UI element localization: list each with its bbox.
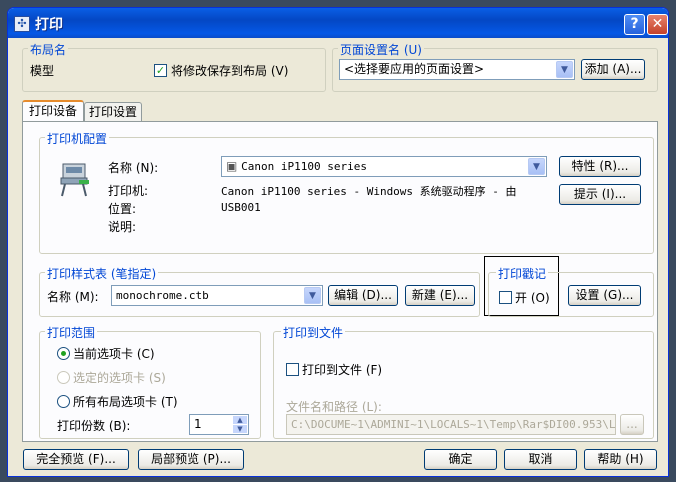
radio-all-layout-tabs[interactable] bbox=[57, 395, 70, 408]
save-to-layout-label: 将修改保存到布局 (V) bbox=[171, 64, 289, 78]
radio-selected-tabs[interactable] bbox=[57, 371, 70, 384]
print-dialog: ✣ 打印 ? ✕ 布局名 模型 ✓ 将修改保存到布局 (V) 页面设置名 (U)… bbox=[7, 7, 669, 477]
plot-style-name-label: 名称 (M): bbox=[47, 290, 99, 304]
add-page-setup-button[interactable]: 添加 (A)... bbox=[581, 59, 645, 80]
printer-name-label: 名称 (N): bbox=[108, 161, 159, 175]
help-button[interactable]: 帮助 (H) bbox=[584, 449, 657, 470]
radio-all-layout-tabs-label: 所有布局选项卡 (T) bbox=[73, 395, 178, 409]
close-button[interactable]: ✕ bbox=[647, 14, 668, 35]
radio-current-tab[interactable] bbox=[57, 347, 70, 360]
printer-location-label: 位置: bbox=[108, 202, 137, 216]
radio-selected-tabs-label: 选定的选项卡 (S) bbox=[73, 371, 166, 385]
printer-small-icon: ▣ bbox=[226, 159, 238, 173]
radio-current-tab-label: 当前选项卡 (C) bbox=[73, 347, 155, 361]
copies-value: 1 bbox=[194, 417, 202, 431]
help-title-button[interactable]: ? bbox=[624, 14, 645, 35]
edit-plot-style-button[interactable]: 编辑 (D)... bbox=[328, 285, 398, 306]
plot-to-file-label: 打印到文件 (F) bbox=[302, 363, 383, 377]
printer-description-label: 说明: bbox=[108, 220, 137, 234]
full-preview-button[interactable]: 完全预览 (F)... bbox=[23, 449, 129, 470]
plot-to-file-group-title: 打印到文件 bbox=[281, 324, 346, 341]
cancel-button[interactable]: 取消 bbox=[504, 449, 577, 470]
new-plot-style-button[interactable]: 新建 (E)... bbox=[405, 285, 475, 306]
page-setup-selected: <选择要应用的页面设置> bbox=[344, 62, 485, 76]
ok-button[interactable]: 确定 bbox=[424, 449, 497, 470]
printer-driver-value: Canon iP1100 series - Windows 系统驱动程序 - 由 bbox=[221, 185, 517, 198]
printer-name-select[interactable]: ▣ Canon iP1100 series ▼ bbox=[221, 156, 547, 177]
partial-preview-button[interactable]: 局部预览 (P)... bbox=[138, 449, 244, 470]
copies-label: 打印份数 (B): bbox=[57, 419, 131, 433]
chevron-down-icon[interactable]: ▼ bbox=[528, 158, 545, 175]
plot-stamp-group-title: 打印戳记 bbox=[496, 265, 549, 282]
file-path-label: 文件名和路径 (L): bbox=[286, 400, 382, 414]
window-title: 打印 bbox=[35, 17, 63, 33]
printer-driver-label: 打印机: bbox=[108, 184, 149, 198]
plot-style-select[interactable]: monochrome.ctb ▼ bbox=[111, 285, 323, 306]
plot-style-group-title: 打印样式表 (笔指定) bbox=[45, 265, 159, 282]
chevron-down-icon[interactable]: ▼ bbox=[556, 61, 573, 78]
copies-stepper[interactable]: 1 ▲ ▼ bbox=[189, 414, 249, 435]
properties-button[interactable]: 特性 (R)... bbox=[559, 156, 641, 177]
plot-to-file-checkbox[interactable] bbox=[286, 363, 299, 376]
tab-panel: 打印机配置 名称 (N): ▣ Canon iP1100 series ▼ 特性… bbox=[22, 121, 658, 442]
layout-group-title: 布局名 bbox=[28, 41, 69, 58]
printer-config-group-title: 打印机配置 bbox=[45, 130, 110, 147]
print-app-icon: ✣ bbox=[14, 16, 30, 32]
plotter-icon bbox=[60, 163, 89, 197]
save-to-layout-checkbox[interactable]: ✓ bbox=[154, 64, 167, 77]
page-setup-select[interactable]: <选择要应用的页面设置> ▼ bbox=[339, 59, 575, 80]
hints-button[interactable]: 提示 (I)... bbox=[559, 184, 641, 205]
printer-location-value: USB001 bbox=[221, 201, 261, 214]
plot-stamp-on-label: 开 (O) bbox=[515, 291, 550, 305]
file-path-input[interactable]: C:\DOCUME~1\ADMINI~1\LOCALS~1\Temp\Rar$D… bbox=[286, 414, 616, 435]
page-setup-group-title: 页面设置名 (U) bbox=[338, 41, 424, 58]
stepper-down-icon[interactable]: ▼ bbox=[233, 425, 247, 433]
layout-name: 模型 bbox=[30, 64, 55, 78]
browse-file-button[interactable]: ... bbox=[620, 414, 644, 435]
chevron-down-icon[interactable]: ▼ bbox=[304, 287, 321, 304]
printer-name-value: Canon iP1100 series bbox=[241, 160, 368, 173]
plot-stamp-settings-button[interactable]: 设置 (G)... bbox=[568, 285, 641, 306]
title-bar[interactable]: ✣ 打印 ? ✕ bbox=[8, 8, 668, 38]
stepper-up-icon[interactable]: ▲ bbox=[233, 416, 247, 424]
plot-style-value: monochrome.ctb bbox=[116, 289, 209, 302]
tab-plot-settings[interactable]: 打印设置 bbox=[84, 102, 142, 122]
plot-stamp-on-checkbox[interactable] bbox=[499, 291, 512, 304]
plot-range-group-title: 打印范围 bbox=[45, 324, 98, 341]
tab-plot-device[interactable]: 打印设备 bbox=[22, 100, 84, 122]
